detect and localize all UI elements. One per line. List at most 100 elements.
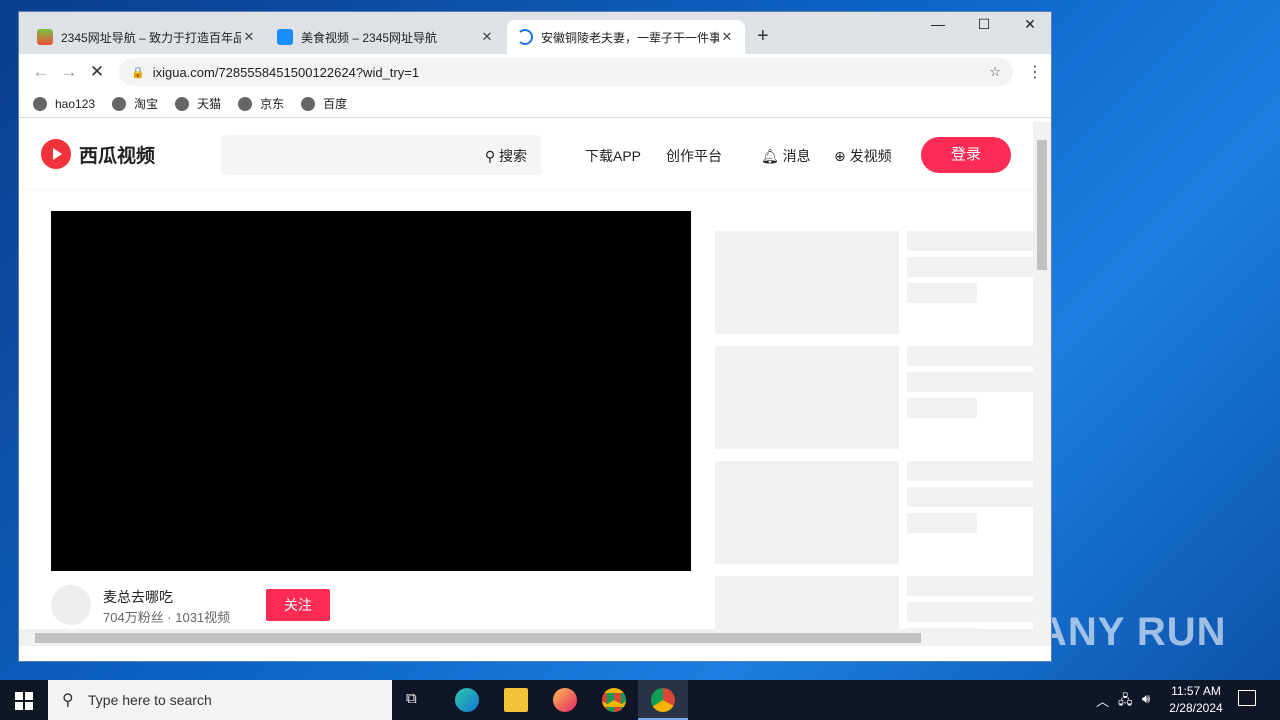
loading-spinner-icon <box>517 29 533 45</box>
tab-food-video[interactable]: 美食视频 – 2345网址导航 ✕ <box>267 20 505 54</box>
bell-icon: 🔔︎ <box>761 148 779 164</box>
show-hidden-icons[interactable]: ︿ <box>1096 691 1109 710</box>
file-explorer-icon[interactable] <box>504 688 528 712</box>
stop-icon[interactable]: ✕ <box>83 62 111 82</box>
bookmark-tmall[interactable]: 天猫 <box>175 95 221 112</box>
notification-icon[interactable] <box>1238 690 1256 706</box>
skeleton-line <box>907 576 1035 596</box>
vertical-scrollbar[interactable] <box>1033 122 1051 646</box>
bookmark-label: 百度 <box>323 97 348 111</box>
volume-icon[interactable]: 🔊︎ <box>1142 691 1150 707</box>
author-name[interactable]: 麦总去哪吃 <box>103 587 173 607</box>
site-header: 西瓜视频 ⚲ 搜索 下载APP 创作平台 🔔︎ 消息 ⊕ 发视频 登录 <box>19 122 1035 188</box>
forward-icon[interactable]: → <box>55 62 83 82</box>
login-button[interactable]: 登录 <box>921 137 1011 173</box>
chrome-icon <box>651 688 675 712</box>
skeleton-thumb <box>715 346 899 449</box>
chrome-active-button[interactable] <box>638 680 688 720</box>
bookmark-hao123[interactable]: hao123 <box>33 96 96 111</box>
tab-title: 安徽铜陵老夫妻，一辈子干一件事 <box>541 30 719 45</box>
nav-label: 发视频 <box>849 148 892 164</box>
skeleton-thumb <box>715 461 899 564</box>
search-button[interactable]: ⚲ 搜索 <box>485 146 527 166</box>
search-icon: ⚲ <box>484 148 499 164</box>
url-text: ixigua.com/7285558451500122624?wid_try=1 <box>152 64 420 80</box>
back-icon[interactable]: ← <box>27 62 55 82</box>
browser-toolbar: ← → ✕ 🔒 ixigua.com/7285558451500122624?w… <box>19 54 1051 90</box>
address-bar[interactable]: 🔒 ixigua.com/7285558451500122624?wid_try… <box>119 58 1013 86</box>
search-label: 搜索 <box>499 148 527 164</box>
nav-label: 消息 <box>782 148 811 164</box>
logo-text: 西瓜视频 <box>79 145 156 167</box>
firefox-icon[interactable] <box>553 688 577 712</box>
skeleton-line <box>907 602 1035 622</box>
skeleton-line <box>907 461 1035 481</box>
scrollbar-thumb[interactable] <box>1037 140 1047 270</box>
close-tab-icon[interactable]: ✕ <box>719 29 735 45</box>
clock[interactable]: 11:57 AM 2/28/2024 <box>1166 683 1226 717</box>
search-icon: ⚲ <box>62 692 74 709</box>
lock-icon: 🔒 <box>131 66 145 79</box>
bookmark-star-icon[interactable]: ☆ <box>989 64 1001 80</box>
nav-download-app[interactable]: 下载APP <box>585 146 641 166</box>
tab-title: 美食视频 – 2345网址导航 <box>301 30 438 45</box>
plus-circle-icon: ⊕ <box>834 148 846 164</box>
edge-icon[interactable] <box>455 688 479 712</box>
chrome-icon[interactable] <box>602 688 626 712</box>
date: 2/28/2024 <box>1169 701 1223 715</box>
bookmark-label: 天猫 <box>197 97 222 111</box>
nav-upload[interactable]: ⊕ 发视频 <box>834 146 892 166</box>
globe-icon <box>175 96 190 111</box>
nav-messages[interactable]: 🔔︎ 消息 <box>761 146 811 166</box>
bookmark-label: 京东 <box>260 97 285 111</box>
bookmark-label: hao123 <box>55 96 96 111</box>
close-tab-icon[interactable]: ✕ <box>479 29 495 45</box>
globe-icon <box>238 96 253 111</box>
new-tab-button[interactable]: + <box>757 25 769 48</box>
avatar[interactable] <box>51 585 91 625</box>
search-placeholder: Type here to search <box>88 692 212 708</box>
tab-2345[interactable]: 2345网址导航 – 致力于打造百年品 ✕ <box>27 20 267 54</box>
globe-icon <box>301 96 316 111</box>
author-stats: 704万粉丝 · 1031视频 <box>103 610 231 625</box>
network-icon[interactable]: 🖧︎ <box>1118 691 1133 713</box>
skeleton-line <box>907 231 1035 251</box>
browser-window: 2345网址导航 – 致力于打造百年品 ✕ 美食视频 – 2345网址导航 ✕ … <box>18 11 1052 662</box>
time: 11:57 AM <box>1171 684 1221 698</box>
skeleton-line <box>907 487 1035 507</box>
skeleton-line <box>907 513 977 533</box>
task-view-icon[interactable]: ⧉ <box>406 690 417 707</box>
video-player[interactable] <box>51 211 691 571</box>
video-icon <box>277 29 293 45</box>
bookmark-jd[interactable]: 京东 <box>238 95 284 112</box>
globe-icon <box>33 96 47 111</box>
scrollbar-thumb[interactable] <box>35 633 921 643</box>
bookmark-label: 淘宝 <box>134 97 159 111</box>
tab-title: 2345网址导航 – 致力于打造百年品 <box>61 30 241 45</box>
minimize-button[interactable]: — <box>915 16 961 32</box>
skeleton-line <box>907 372 1035 392</box>
skeleton-line <box>907 398 977 418</box>
taskbar: ⚲ Type here to search ⧉ ︿ 🖧︎ 🔊︎ 11:57 AM… <box>0 680 1280 720</box>
nav-creator-platform[interactable]: 创作平台 <box>666 146 722 166</box>
taskbar-search[interactable]: ⚲ Type here to search <box>48 680 392 720</box>
follow-button[interactable]: 关注 <box>266 589 330 621</box>
bookmark-taobao[interactable]: 淘宝 <box>112 95 158 112</box>
windows-start-icon[interactable] <box>15 692 33 710</box>
globe-icon <box>112 96 127 111</box>
menu-icon[interactable]: ⋮ <box>1027 62 1043 82</box>
tab-ixigua[interactable]: 安徽铜陵老夫妻，一辈子干一件事 ✕ <box>507 20 745 54</box>
skeleton-line <box>907 257 1035 277</box>
bookmark-baidu[interactable]: 百度 <box>301 95 347 112</box>
search-input[interactable]: ⚲ 搜索 <box>221 135 541 175</box>
maximize-button[interactable]: ☐ <box>961 16 1007 33</box>
close-tab-icon[interactable]: ✕ <box>241 29 257 45</box>
close-window-button[interactable]: ✕ <box>1007 16 1051 33</box>
anyrun-watermark: ANY RUN <box>1038 610 1227 654</box>
horizontal-scrollbar[interactable] <box>19 629 1035 646</box>
site-logo[interactable]: 西瓜视频 <box>41 139 155 169</box>
skeleton-thumb <box>715 231 899 334</box>
skeleton-line <box>907 283 977 303</box>
bookmarks-bar: hao123 淘宝 天猫 京东 百度 <box>19 90 1051 118</box>
xigua-logo-icon <box>41 139 71 169</box>
